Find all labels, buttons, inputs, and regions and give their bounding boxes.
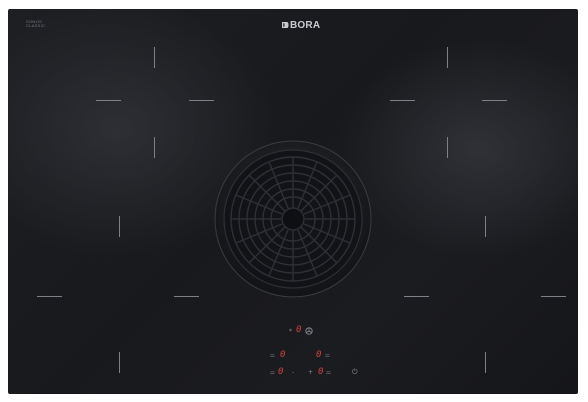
plus-button[interactable]: + bbox=[308, 370, 313, 376]
fan-level-display: 0 bbox=[296, 325, 302, 335]
zone-rear-left-slider[interactable]: = bbox=[270, 352, 275, 360]
fan-icon[interactable] bbox=[305, 327, 313, 335]
power-icon[interactable]: ⏻ bbox=[352, 369, 358, 376]
zone-front-right-level: 0 bbox=[318, 367, 324, 377]
zone-front-left-slider[interactable]: = bbox=[270, 369, 275, 377]
control-panel: * 0 = 0 0 = = 0 - + 0 = ⏻ bbox=[8, 9, 578, 394]
fan-level-star[interactable]: * bbox=[289, 329, 292, 335]
zone-rear-right-level: 0 bbox=[316, 350, 322, 360]
cooktop-panel: SONOS CLASSIC BORA * 0 = 0 0 = = 0 - + 0… bbox=[8, 9, 578, 394]
zone-rear-left-level: 0 bbox=[280, 350, 286, 360]
zone-front-right-slider[interactable]: = bbox=[326, 369, 331, 377]
zone-front-left-level: 0 bbox=[278, 367, 284, 377]
minus-button[interactable]: - bbox=[292, 370, 294, 376]
zone-rear-right-slider[interactable]: = bbox=[325, 352, 330, 360]
